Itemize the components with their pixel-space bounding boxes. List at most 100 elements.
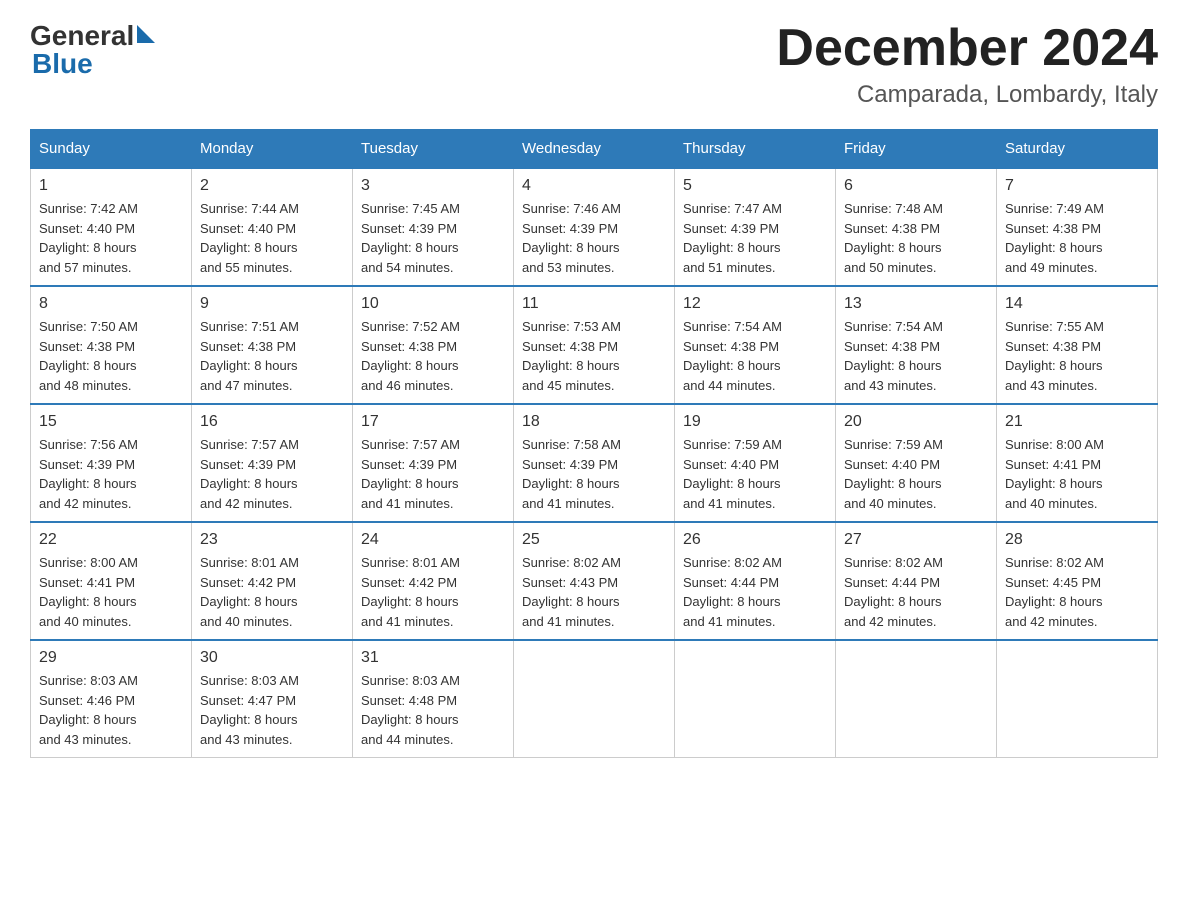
- day-info: Sunrise: 7:46 AMSunset: 4:39 PMDaylight:…: [522, 199, 666, 277]
- table-cell: 30 Sunrise: 8:03 AMSunset: 4:47 PMDaylig…: [192, 640, 353, 758]
- day-info: Sunrise: 8:02 AMSunset: 4:43 PMDaylight:…: [522, 553, 666, 631]
- table-cell: 10 Sunrise: 7:52 AMSunset: 4:38 PMDaylig…: [353, 286, 514, 404]
- day-number: 21: [1005, 413, 1149, 431]
- day-info: Sunrise: 7:45 AMSunset: 4:39 PMDaylight:…: [361, 199, 505, 277]
- day-info: Sunrise: 7:58 AMSunset: 4:39 PMDaylight:…: [522, 435, 666, 513]
- table-cell: 29 Sunrise: 8:03 AMSunset: 4:46 PMDaylig…: [31, 640, 192, 758]
- day-info: Sunrise: 8:03 AMSunset: 4:48 PMDaylight:…: [361, 671, 505, 749]
- logo-arrow-icon: [137, 25, 155, 48]
- location-subtitle: Camparada, Lombardy, Italy: [776, 81, 1158, 109]
- table-cell: [514, 640, 675, 758]
- header-friday: Friday: [836, 130, 997, 169]
- day-info: Sunrise: 7:54 AMSunset: 4:38 PMDaylight:…: [683, 317, 827, 395]
- day-number: 27: [844, 531, 988, 549]
- day-info: Sunrise: 7:56 AMSunset: 4:39 PMDaylight:…: [39, 435, 183, 513]
- day-number: 4: [522, 177, 666, 195]
- day-info: Sunrise: 7:49 AMSunset: 4:38 PMDaylight:…: [1005, 199, 1149, 277]
- day-info: Sunrise: 7:53 AMSunset: 4:38 PMDaylight:…: [522, 317, 666, 395]
- day-number: 31: [361, 649, 505, 667]
- day-number: 11: [522, 295, 666, 313]
- day-number: 3: [361, 177, 505, 195]
- table-cell: 8 Sunrise: 7:50 AMSunset: 4:38 PMDayligh…: [31, 286, 192, 404]
- day-info: Sunrise: 7:52 AMSunset: 4:38 PMDaylight:…: [361, 317, 505, 395]
- page-header: General Blue December 2024 Camparada, Lo…: [30, 20, 1158, 109]
- day-info: Sunrise: 7:59 AMSunset: 4:40 PMDaylight:…: [844, 435, 988, 513]
- table-cell: 13 Sunrise: 7:54 AMSunset: 4:38 PMDaylig…: [836, 286, 997, 404]
- day-number: 7: [1005, 177, 1149, 195]
- header-thursday: Thursday: [675, 130, 836, 169]
- table-cell: 2 Sunrise: 7:44 AMSunset: 4:40 PMDayligh…: [192, 168, 353, 286]
- calendar-table: Sunday Monday Tuesday Wednesday Thursday…: [30, 129, 1158, 758]
- table-cell: 9 Sunrise: 7:51 AMSunset: 4:38 PMDayligh…: [192, 286, 353, 404]
- day-number: 2: [200, 177, 344, 195]
- day-info: Sunrise: 8:02 AMSunset: 4:45 PMDaylight:…: [1005, 553, 1149, 631]
- table-cell: 16 Sunrise: 7:57 AMSunset: 4:39 PMDaylig…: [192, 404, 353, 522]
- table-cell: [997, 640, 1158, 758]
- header-saturday: Saturday: [997, 130, 1158, 169]
- header-tuesday: Tuesday: [353, 130, 514, 169]
- day-number: 20: [844, 413, 988, 431]
- table-cell: 12 Sunrise: 7:54 AMSunset: 4:38 PMDaylig…: [675, 286, 836, 404]
- header-sunday: Sunday: [31, 130, 192, 169]
- day-number: 24: [361, 531, 505, 549]
- day-number: 19: [683, 413, 827, 431]
- day-number: 30: [200, 649, 344, 667]
- table-cell: 28 Sunrise: 8:02 AMSunset: 4:45 PMDaylig…: [997, 522, 1158, 640]
- calendar-header-row: Sunday Monday Tuesday Wednesday Thursday…: [31, 130, 1158, 169]
- day-info: Sunrise: 7:47 AMSunset: 4:39 PMDaylight:…: [683, 199, 827, 277]
- logo: General Blue: [30, 20, 155, 80]
- day-info: Sunrise: 7:54 AMSunset: 4:38 PMDaylight:…: [844, 317, 988, 395]
- day-info: Sunrise: 7:59 AMSunset: 4:40 PMDaylight:…: [683, 435, 827, 513]
- table-cell: 23 Sunrise: 8:01 AMSunset: 4:42 PMDaylig…: [192, 522, 353, 640]
- table-cell: 20 Sunrise: 7:59 AMSunset: 4:40 PMDaylig…: [836, 404, 997, 522]
- table-cell: 19 Sunrise: 7:59 AMSunset: 4:40 PMDaylig…: [675, 404, 836, 522]
- day-number: 15: [39, 413, 183, 431]
- day-info: Sunrise: 7:50 AMSunset: 4:38 PMDaylight:…: [39, 317, 183, 395]
- title-area: December 2024 Camparada, Lombardy, Italy: [776, 20, 1158, 109]
- day-number: 9: [200, 295, 344, 313]
- day-number: 28: [1005, 531, 1149, 549]
- day-number: 22: [39, 531, 183, 549]
- day-info: Sunrise: 8:03 AMSunset: 4:47 PMDaylight:…: [200, 671, 344, 749]
- week-row-1: 1 Sunrise: 7:42 AMSunset: 4:40 PMDayligh…: [31, 168, 1158, 286]
- day-number: 10: [361, 295, 505, 313]
- day-number: 13: [844, 295, 988, 313]
- header-monday: Monday: [192, 130, 353, 169]
- table-cell: 31 Sunrise: 8:03 AMSunset: 4:48 PMDaylig…: [353, 640, 514, 758]
- table-cell: 21 Sunrise: 8:00 AMSunset: 4:41 PMDaylig…: [997, 404, 1158, 522]
- day-info: Sunrise: 7:55 AMSunset: 4:38 PMDaylight:…: [1005, 317, 1149, 395]
- table-cell: [836, 640, 997, 758]
- table-cell: 18 Sunrise: 7:58 AMSunset: 4:39 PMDaylig…: [514, 404, 675, 522]
- day-number: 6: [844, 177, 988, 195]
- table-cell: 15 Sunrise: 7:56 AMSunset: 4:39 PMDaylig…: [31, 404, 192, 522]
- table-cell: 22 Sunrise: 8:00 AMSunset: 4:41 PMDaylig…: [31, 522, 192, 640]
- week-row-3: 15 Sunrise: 7:56 AMSunset: 4:39 PMDaylig…: [31, 404, 1158, 522]
- day-info: Sunrise: 7:48 AMSunset: 4:38 PMDaylight:…: [844, 199, 988, 277]
- week-row-5: 29 Sunrise: 8:03 AMSunset: 4:46 PMDaylig…: [31, 640, 1158, 758]
- day-info: Sunrise: 7:57 AMSunset: 4:39 PMDaylight:…: [200, 435, 344, 513]
- table-cell: 6 Sunrise: 7:48 AMSunset: 4:38 PMDayligh…: [836, 168, 997, 286]
- table-cell: 17 Sunrise: 7:57 AMSunset: 4:39 PMDaylig…: [353, 404, 514, 522]
- table-cell: 4 Sunrise: 7:46 AMSunset: 4:39 PMDayligh…: [514, 168, 675, 286]
- day-info: Sunrise: 8:02 AMSunset: 4:44 PMDaylight:…: [844, 553, 988, 631]
- day-number: 17: [361, 413, 505, 431]
- table-cell: [675, 640, 836, 758]
- table-cell: 25 Sunrise: 8:02 AMSunset: 4:43 PMDaylig…: [514, 522, 675, 640]
- day-number: 23: [200, 531, 344, 549]
- day-info: Sunrise: 7:57 AMSunset: 4:39 PMDaylight:…: [361, 435, 505, 513]
- day-info: Sunrise: 7:42 AMSunset: 4:40 PMDaylight:…: [39, 199, 183, 277]
- day-info: Sunrise: 7:44 AMSunset: 4:40 PMDaylight:…: [200, 199, 344, 277]
- table-cell: 5 Sunrise: 7:47 AMSunset: 4:39 PMDayligh…: [675, 168, 836, 286]
- day-info: Sunrise: 8:00 AMSunset: 4:41 PMDaylight:…: [39, 553, 183, 631]
- day-number: 26: [683, 531, 827, 549]
- day-info: Sunrise: 8:00 AMSunset: 4:41 PMDaylight:…: [1005, 435, 1149, 513]
- day-number: 5: [683, 177, 827, 195]
- day-number: 1: [39, 177, 183, 195]
- month-title: December 2024: [776, 20, 1158, 77]
- day-info: Sunrise: 8:01 AMSunset: 4:42 PMDaylight:…: [361, 553, 505, 631]
- table-cell: 27 Sunrise: 8:02 AMSunset: 4:44 PMDaylig…: [836, 522, 997, 640]
- table-cell: 3 Sunrise: 7:45 AMSunset: 4:39 PMDayligh…: [353, 168, 514, 286]
- week-row-4: 22 Sunrise: 8:00 AMSunset: 4:41 PMDaylig…: [31, 522, 1158, 640]
- day-number: 8: [39, 295, 183, 313]
- week-row-2: 8 Sunrise: 7:50 AMSunset: 4:38 PMDayligh…: [31, 286, 1158, 404]
